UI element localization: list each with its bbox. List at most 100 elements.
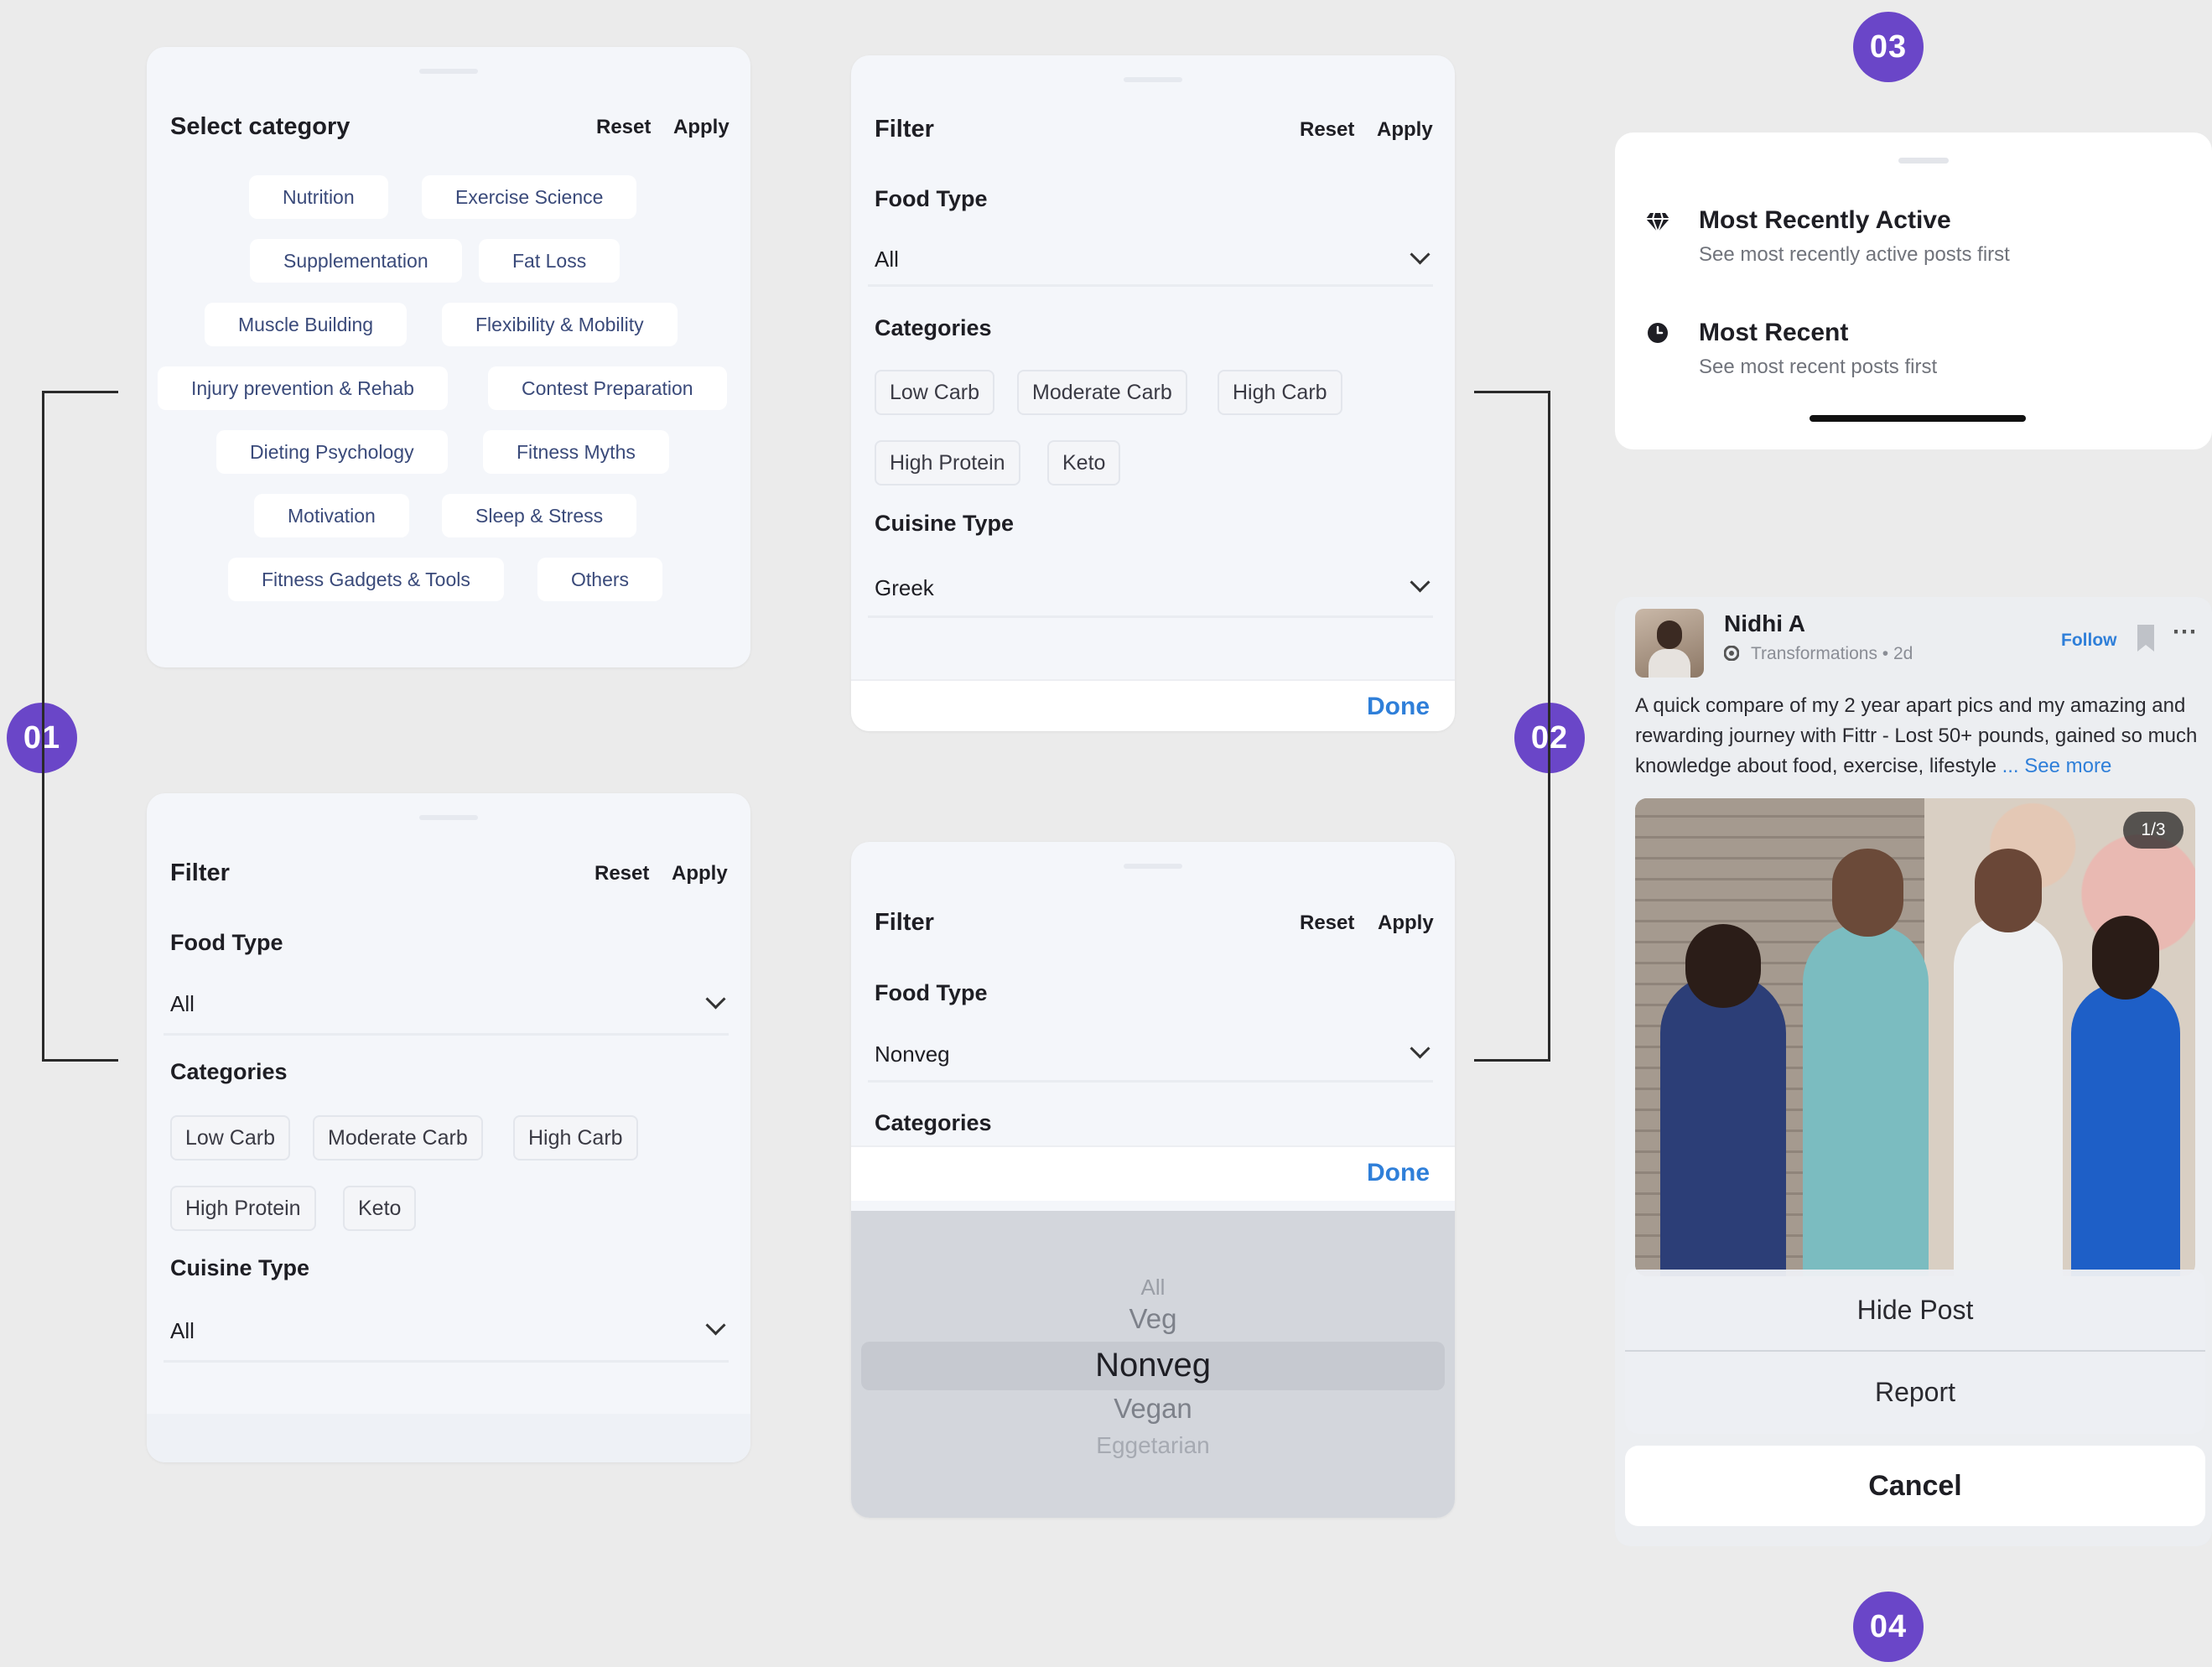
category-chip-supplementation[interactable]: Supplementation [250, 239, 462, 283]
action-sheet-group: Hide Post Report [1625, 1270, 2205, 1434]
category-chip-motivation[interactable]: Motivation [254, 494, 409, 537]
person-2 [1803, 924, 1929, 1276]
picker-option-veg[interactable]: Veg [851, 1303, 1455, 1335]
filter-sheet-cuisine-greek: Filter Reset Apply Food Type All Categor… [851, 55, 1455, 731]
sheet-footer [147, 1414, 750, 1462]
category-chip-injury-prevention[interactable]: Injury prevention & Rehab [158, 366, 448, 410]
chevron-down-icon [1410, 572, 1431, 593]
apply-button[interactable]: Apply [672, 862, 728, 885]
category-chip-fitness-gadgets[interactable]: Fitness Gadgets & Tools [228, 558, 504, 601]
reset-button[interactable]: Reset [596, 116, 651, 139]
category-chip-high-carb[interactable]: High Carb [513, 1115, 638, 1161]
clock-icon [1648, 323, 1668, 343]
chevron-down-icon [705, 989, 726, 1010]
sheet-grabber[interactable] [419, 815, 478, 820]
category-chip-high-carb[interactable]: High Carb [1218, 370, 1342, 415]
follow-button[interactable]: Follow [2061, 631, 2117, 651]
category-chip-keto[interactable]: Keto [343, 1186, 417, 1231]
filter-sheet-default: Filter Reset Apply Food Type All Categor… [147, 793, 750, 1462]
picker-option-eggetarian[interactable]: Eggetarian [851, 1432, 1455, 1459]
category-chip-flexibility-mobility[interactable]: Flexibility & Mobility [442, 303, 678, 346]
apply-button[interactable]: Apply [673, 116, 730, 139]
categories-label: Categories [170, 1059, 288, 1084]
picker-option-nonveg[interactable]: Nonveg [851, 1347, 1455, 1384]
category-chip-moderate-carb[interactable]: Moderate Carb [1017, 370, 1187, 415]
person-4-head [2092, 916, 2159, 1000]
reset-button[interactable]: Reset [1300, 118, 1354, 142]
done-button[interactable]: Done [1367, 693, 1430, 721]
reset-button[interactable]: Reset [1300, 911, 1354, 935]
categories-label: Categories [875, 315, 992, 340]
hide-post-button[interactable]: Hide Post [1625, 1270, 2205, 1350]
avatar-face [1657, 621, 1682, 649]
chevron-down-icon [705, 1315, 726, 1336]
person-3-head [1975, 849, 2042, 932]
person-1 [1660, 974, 1786, 1276]
picker-option-vegan[interactable]: Vegan [851, 1393, 1455, 1425]
category-chip-fat-loss[interactable]: Fat Loss [479, 239, 621, 283]
group-bracket-02 [1474, 391, 1550, 1062]
group-bracket-01 [42, 391, 118, 1062]
see-more-link[interactable]: ... See more [2002, 755, 2112, 777]
divider [164, 1033, 729, 1036]
post-image-carousel[interactable]: 1/3 [1635, 798, 2195, 1276]
food-type-value: All [170, 991, 195, 1016]
cancel-button[interactable]: Cancel [1625, 1446, 2205, 1526]
category-chip-keto[interactable]: Keto [1047, 440, 1121, 486]
category-chip-muscle-building[interactable]: Muscle Building [205, 303, 408, 346]
category-chip-sleep-stress[interactable]: Sleep & Stress [442, 494, 637, 537]
person-1-head [1685, 924, 1761, 1008]
sort-option-most-recently-active[interactable]: Most Recently Active See most recently a… [1640, 206, 2160, 282]
apply-button[interactable]: Apply [1377, 118, 1433, 142]
sheet-title: Filter [170, 859, 230, 886]
category-chip-high-protein[interactable]: High Protein [875, 440, 1020, 486]
category-chip-exercise-science[interactable]: Exercise Science [422, 175, 637, 219]
cuisine-type-value: Greek [875, 575, 934, 600]
more-options-icon[interactable]: ⋯ [2172, 617, 2199, 647]
divider [868, 284, 1433, 287]
done-button[interactable]: Done [1367, 1159, 1430, 1187]
done-toolbar: Done [851, 1145, 1455, 1201]
sort-option-subtitle: See most recent posts first [1699, 356, 1938, 378]
sort-option-title: Most Recent [1699, 319, 1849, 346]
picker-option-all[interactable]: All [851, 1275, 1455, 1301]
category-chip-contest-preparation[interactable]: Contest Preparation [488, 366, 727, 410]
food-type-label: Food Type [875, 186, 988, 211]
category-chip-low-carb[interactable]: Low Carb [170, 1115, 290, 1161]
food-type-label: Food Type [875, 980, 988, 1005]
reset-button[interactable]: Reset [595, 862, 649, 885]
apply-button[interactable]: Apply [1378, 911, 1434, 935]
report-button[interactable]: Report [1625, 1352, 2205, 1432]
select-category-sheet: Select category Reset Apply Nutrition Ex… [147, 47, 750, 667]
image-counter: 1/3 [2123, 812, 2183, 849]
category-chip-low-carb[interactable]: Low Carb [875, 370, 994, 415]
category-chip-moderate-carb[interactable]: Moderate Carb [313, 1115, 483, 1161]
sheet-title: Filter [875, 116, 934, 143]
home-indicator [1810, 415, 2026, 422]
post-author[interactable]: Nidhi A [1724, 610, 1805, 637]
bookmark-icon[interactable] [2137, 624, 2155, 652]
sheet-grabber[interactable] [1124, 864, 1182, 869]
category-chip-high-protein[interactable]: High Protein [170, 1186, 316, 1231]
category-chip-nutrition[interactable]: Nutrition [249, 175, 388, 219]
cuisine-type-label: Cuisine Type [875, 511, 1015, 536]
filter-sheet-food-type-picker: Filter Reset Apply Food Type Nonveg Cate… [851, 842, 1455, 1518]
chevron-down-icon [1410, 1038, 1431, 1059]
step-badge-03: 03 [1853, 12, 1924, 82]
diamond-icon [1646, 212, 1669, 233]
sheet-grabber[interactable] [419, 69, 478, 74]
category-chip-others[interactable]: Others [537, 558, 663, 601]
cuisine-type-label: Cuisine Type [170, 1255, 310, 1280]
done-toolbar: Done [851, 679, 1455, 731]
sheet-title: Filter [875, 909, 934, 936]
sheet-grabber[interactable] [1124, 77, 1182, 82]
sort-option-subtitle: See most recently active posts first [1699, 243, 2010, 266]
step-badge-04: 04 [1853, 1592, 1924, 1662]
category-chip-dieting-psychology[interactable]: Dieting Psychology [216, 430, 448, 474]
food-type-picker-wheel[interactable]: All Veg Nonveg Vegan Eggetarian [851, 1211, 1455, 1518]
category-chip-fitness-myths[interactable]: Fitness Myths [483, 430, 669, 474]
person-4 [2071, 983, 2180, 1276]
avatar[interactable] [1635, 609, 1704, 678]
sheet-grabber[interactable] [1898, 158, 1949, 164]
sort-option-most-recent[interactable]: Most Recent See most recent posts first [1640, 319, 2160, 394]
